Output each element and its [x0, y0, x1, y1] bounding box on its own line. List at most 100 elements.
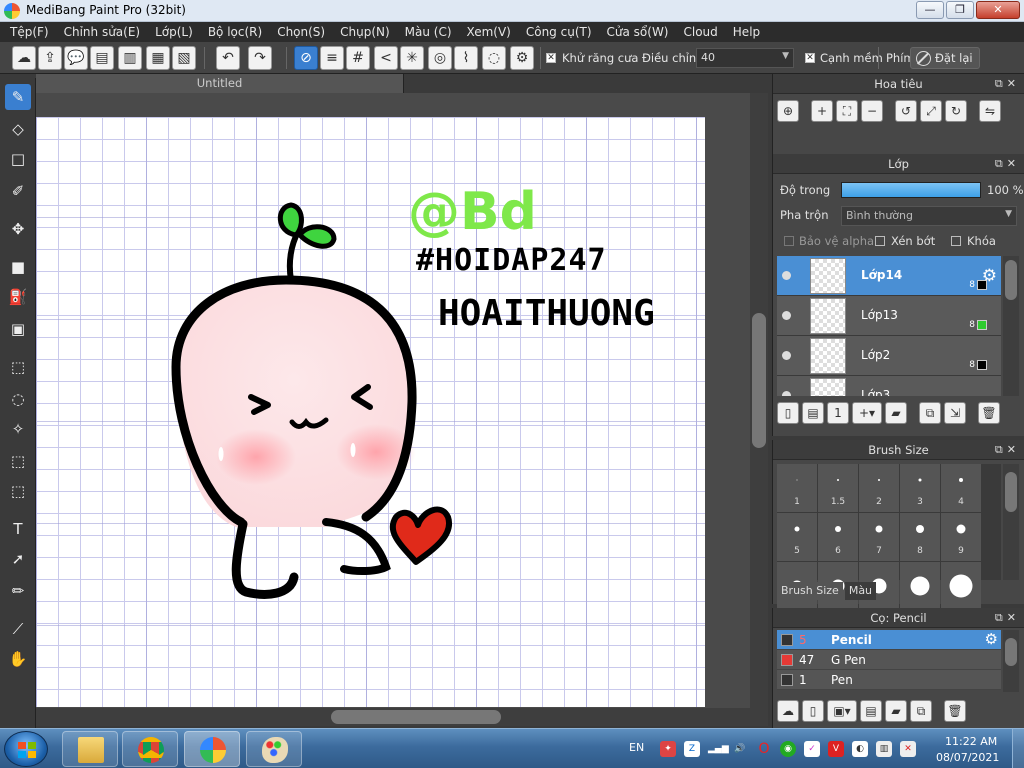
folder-icon[interactable]: ▰	[885, 402, 907, 424]
scroll-thumb[interactable]	[1005, 472, 1017, 512]
tab-color[interactable]: Màu	[844, 582, 877, 600]
brush-size-cell[interactable]: 6	[818, 513, 858, 561]
brush-item[interactable]: 5 Pencil ⚙	[777, 630, 1001, 650]
eye-icon[interactable]	[782, 351, 791, 360]
perspective-snap-icon[interactable]: <	[374, 46, 398, 70]
taskbar-explorer[interactable]	[62, 731, 118, 767]
menu-select[interactable]: Chọn(S)	[271, 22, 331, 42]
antialias-checkbox[interactable]: ✕	[546, 53, 556, 63]
add-brush-menu-icon[interactable]: ▣▾	[827, 700, 857, 722]
panel-close-icon[interactable]: ⧉✕	[995, 154, 1020, 174]
reset-button[interactable]: Đặt lại	[910, 47, 980, 69]
undo-icon[interactable]: ↶	[216, 46, 240, 70]
adjust-select[interactable]: 40 ▼	[696, 48, 794, 68]
taskbar-medibang[interactable]	[184, 731, 240, 767]
new-halftone-layer-icon[interactable]: ▤	[802, 402, 824, 424]
fill-rect-tool-icon[interactable]: ■	[5, 254, 31, 280]
show-desktop-button[interactable]	[1012, 729, 1024, 768]
trash-icon[interactable]: 🗑	[978, 402, 1000, 424]
concentric-snap-icon[interactable]: ◎	[428, 46, 452, 70]
opacity-slider[interactable]	[841, 182, 981, 198]
smooth-edge-checkbox[interactable]: ✕	[805, 53, 815, 63]
lock-checkbox[interactable]	[951, 236, 961, 246]
menu-help[interactable]: Help	[727, 22, 766, 42]
gradient-tool-icon[interactable]: ▣	[5, 316, 31, 342]
grid-snap-icon[interactable]: #	[346, 46, 370, 70]
eye-icon[interactable]	[782, 271, 791, 280]
panel-close-icon[interactable]: ⧉✕	[995, 608, 1020, 628]
duplicate-brush-icon[interactable]: ⧉	[910, 700, 932, 722]
menu-color[interactable]: Màu (C)	[399, 22, 458, 42]
duplicate-layer-icon[interactable]: ⧉	[919, 402, 941, 424]
menu-file[interactable]: Tệp(F)	[4, 22, 55, 42]
radial-snap-icon[interactable]: ✳	[400, 46, 424, 70]
network-warning-icon[interactable]: ✕	[900, 741, 916, 757]
canvas-vertical-scrollbar[interactable]	[750, 93, 768, 708]
menu-layer[interactable]: Lớp(L)	[149, 22, 199, 42]
hand-tool-icon[interactable]: ✋	[5, 646, 31, 672]
panel-icon[interactable]: ▦	[146, 46, 170, 70]
rotate-right-icon[interactable]: ↻	[945, 100, 967, 122]
tray-shield-icon[interactable]: ◉	[780, 741, 796, 757]
new-1bit-layer-icon[interactable]: 1	[827, 402, 849, 424]
tray-app2-icon[interactable]: ◐	[852, 741, 868, 757]
upload-icon[interactable]: ⇪	[38, 46, 62, 70]
eye-icon[interactable]	[782, 391, 791, 396]
scroll-thumb[interactable]	[1005, 260, 1017, 300]
manage-icon[interactable]: ▧	[172, 46, 196, 70]
parallel-snap-icon[interactable]: ≡	[320, 46, 344, 70]
reset-view-icon[interactable]: ⤢	[920, 100, 942, 122]
page-icon[interactable]: ▥	[118, 46, 142, 70]
lasso-tool-icon[interactable]: ◌	[5, 386, 31, 412]
eraser-tool-icon[interactable]: ◇	[5, 116, 31, 142]
blend-mode-select[interactable]: Bình thường ▼	[841, 206, 1017, 226]
layer-row[interactable]: Lớp3	[777, 376, 1001, 396]
rotate-left-icon[interactable]: ↺	[895, 100, 917, 122]
zalo-icon[interactable]: Z	[684, 741, 700, 757]
text-tool-icon[interactable]: T	[5, 516, 31, 542]
flip-icon[interactable]: ⇋	[979, 100, 1001, 122]
speech-bubble-icon[interactable]: 💬	[64, 46, 88, 70]
brush-size-cell[interactable]: 2	[859, 464, 899, 512]
rectangle-tool-icon[interactable]: □	[5, 146, 31, 172]
clock-date[interactable]: 08/07/2021	[936, 751, 999, 764]
merge-layer-icon[interactable]: ⇲	[944, 402, 966, 424]
menu-tools[interactable]: Công cụ(T)	[520, 22, 598, 42]
canvas-horizontal-scrollbar[interactable]	[36, 708, 768, 726]
gear-icon[interactable]: ⚙	[982, 266, 997, 286]
brush-size-cell[interactable]: 7	[859, 513, 899, 561]
protect-alpha-checkbox[interactable]	[784, 236, 794, 246]
brush-size-cell[interactable]: 1	[777, 464, 817, 512]
new-brush-icon[interactable]: ▯	[802, 700, 824, 722]
folder-icon[interactable]: ▰	[885, 700, 907, 722]
eye-icon[interactable]	[782, 311, 791, 320]
taskbar-chrome[interactable]	[122, 731, 178, 767]
close-button[interactable]: ✕	[976, 1, 1020, 19]
menu-cloud[interactable]: Cloud	[678, 22, 724, 42]
scroll-thumb[interactable]	[331, 710, 501, 724]
cloud-icon[interactable]: ☁	[12, 46, 36, 70]
brush-size-cell[interactable]: 9	[941, 513, 981, 561]
menu-filter[interactable]: Bộ lọc(R)	[202, 22, 268, 42]
taskbar-paint[interactable]	[246, 731, 302, 767]
brush-size-cell[interactable]: 1.5	[818, 464, 858, 512]
brush-size-scrollbar[interactable]	[1003, 464, 1019, 580]
bucket-tool-icon[interactable]: ⛽	[5, 284, 31, 310]
menu-snap[interactable]: Chụp(N)	[334, 22, 396, 42]
drawing-canvas[interactable]: @Bd #HOIDAP247 HOAITHUONG	[36, 117, 705, 707]
panel-close-icon[interactable]: ⧉✕	[995, 74, 1020, 94]
brush-size-cell[interactable]: 8	[900, 513, 940, 561]
brush-size-cell[interactable]	[941, 562, 981, 610]
operation-tool-icon[interactable]: ➚	[5, 546, 31, 572]
circle-snap-icon[interactable]: ◌	[482, 46, 506, 70]
add-layer-menu-icon[interactable]: +▾	[852, 402, 882, 424]
zoom-search-icon[interactable]: ⊕	[777, 100, 799, 122]
cloud-brush-icon[interactable]: ☁	[777, 700, 799, 722]
signal-icon[interactable]: ▂▄▆	[708, 741, 729, 757]
antivirus-icon[interactable]: V	[828, 741, 844, 757]
layer-row[interactable]: Lớp13 8	[777, 296, 1001, 336]
fit-screen-icon[interactable]: ⛶	[836, 100, 858, 122]
select-rect-tool-icon[interactable]: ⬚	[5, 354, 31, 380]
brush-settings-icon[interactable]: ▤	[860, 700, 882, 722]
maximize-button[interactable]: ❐	[946, 1, 974, 19]
